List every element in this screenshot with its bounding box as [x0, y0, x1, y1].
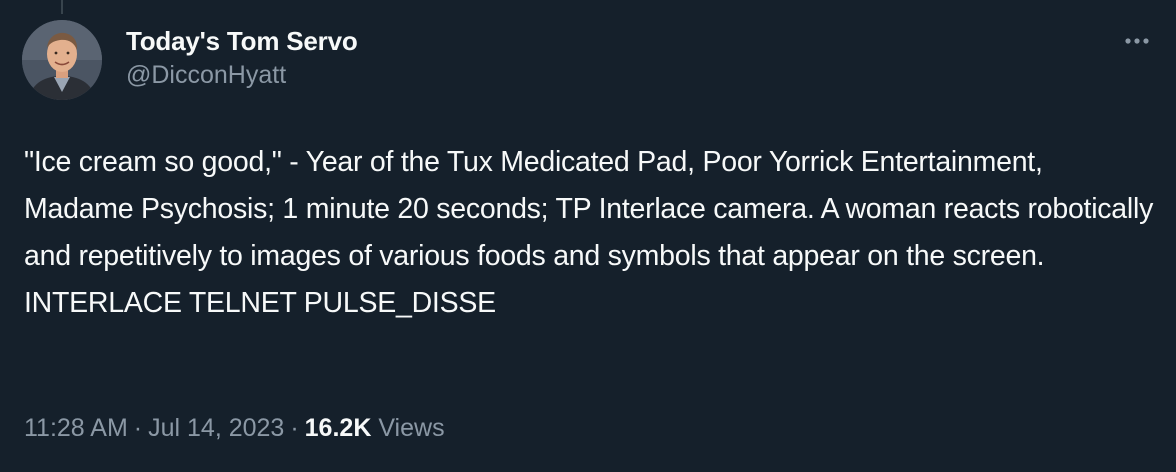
- tweet-time[interactable]: 11:28 AM: [24, 414, 128, 442]
- tweet-date[interactable]: Jul 14, 2023: [148, 414, 284, 442]
- thread-connector-line: [61, 0, 63, 14]
- meta-separator: ·: [290, 414, 299, 442]
- views-label: Views: [378, 414, 445, 442]
- views-count[interactable]: 16.2K: [305, 414, 372, 442]
- author-block: Today's Tom Servo @DicconHyatt: [126, 24, 358, 92]
- avatar[interactable]: [22, 20, 102, 100]
- more-options-button[interactable]: [1120, 26, 1154, 56]
- more-dots-icon: [1125, 38, 1149, 44]
- meta-separator: ·: [133, 414, 143, 442]
- tweet-metadata: 11:28 AM · Jul 14, 2023 · 16.2K Views: [24, 410, 445, 446]
- avatar-photo: [22, 20, 102, 100]
- author-handle[interactable]: @DicconHyatt: [126, 58, 358, 92]
- author-display-name[interactable]: Today's Tom Servo: [126, 24, 358, 58]
- tweet-text: "Ice cream so good," - Year of the Tux M…: [24, 146, 1161, 319]
